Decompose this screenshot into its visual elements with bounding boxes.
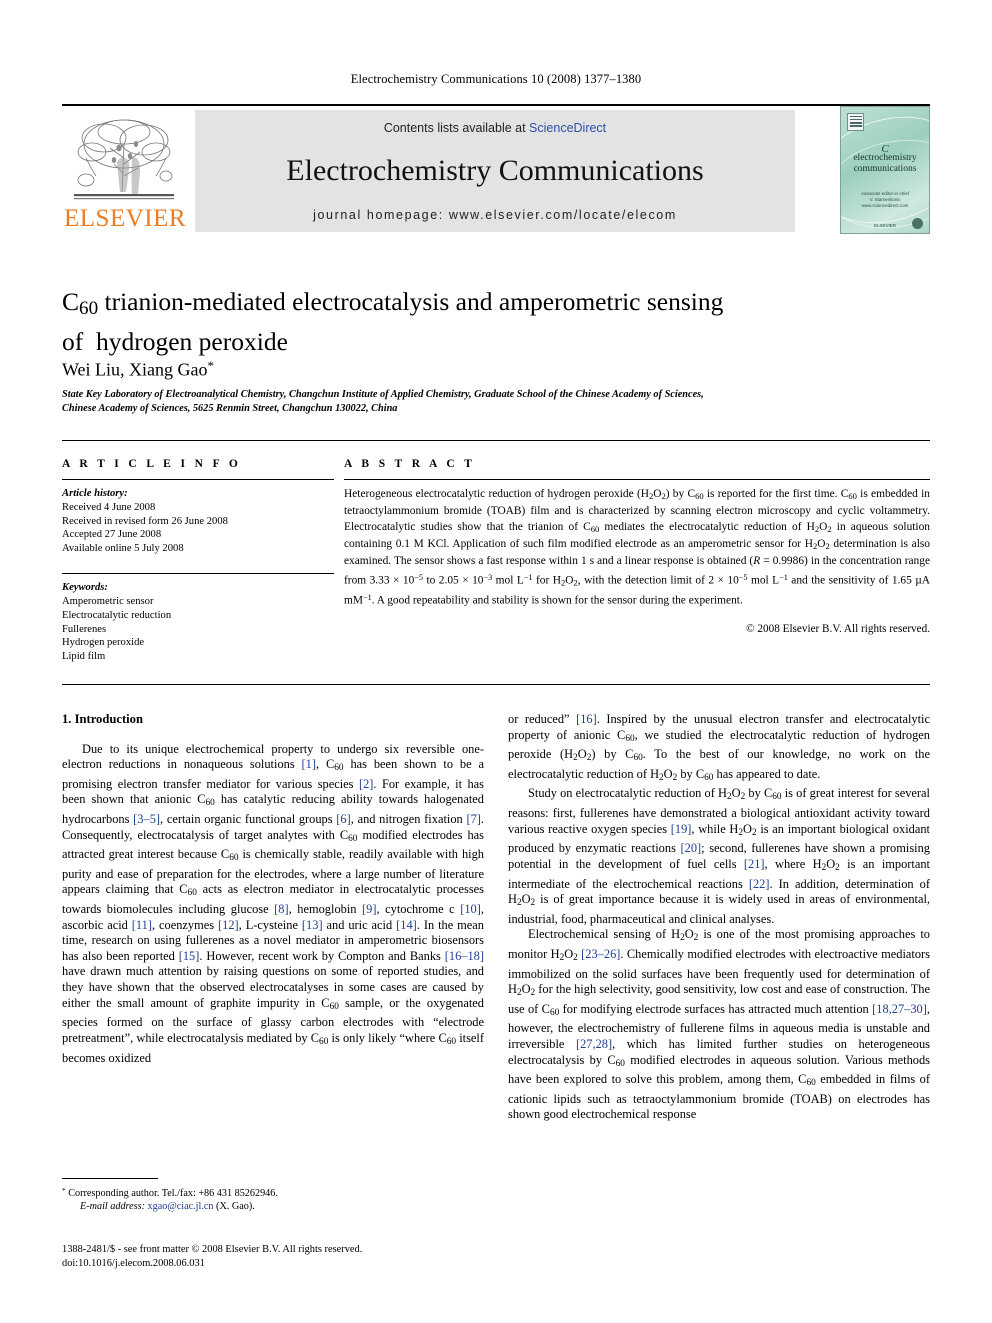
journal-banner: ELSEVIER Contents lists available at Sci… xyxy=(62,104,930,234)
imprint-block: 1388-2481/$ - see front matter © 2008 El… xyxy=(62,1243,502,1270)
corresponding-author-note: * Corresponding author. Tel./fax: +86 43… xyxy=(62,1184,492,1200)
citation-link[interactable]: [7] xyxy=(466,812,480,826)
keyword-item: Amperometric sensor xyxy=(62,596,154,608)
article-history-item: Available online 5 July 2008 xyxy=(62,542,184,554)
journal-cover-thumbnail: C electrochemistry communications Associa… xyxy=(840,106,930,234)
article-history-item: Received in revised form 26 June 2008 xyxy=(62,515,228,527)
abstract-column: A B S T R A C T Heterogeneous electrocat… xyxy=(344,458,930,635)
body-paragraph: or reduced” [16]. Inspired by the unusua… xyxy=(508,712,930,783)
article-history-item: Received 4 June 2008 xyxy=(62,502,156,513)
footnote-marker: * xyxy=(62,1186,66,1195)
journal-homepage-link[interactable]: journal homepage: www.elsevier.com/locat… xyxy=(195,208,795,222)
banner-top-rule xyxy=(62,104,930,106)
contents-lists-line: Contents lists available at ScienceDirec… xyxy=(195,121,795,135)
footnote-rule xyxy=(62,1178,158,1179)
elsevier-wordmark: ELSEVIER xyxy=(64,205,187,232)
journal-title: Electrochemistry Communications xyxy=(286,154,704,187)
citation-link[interactable]: [23–26] xyxy=(581,947,620,961)
info-top-rule xyxy=(62,440,930,441)
article-history-label: Article history: xyxy=(62,488,128,499)
citation-link[interactable]: [6] xyxy=(336,812,350,826)
email-owner: (X. Gao). xyxy=(216,1201,255,1213)
keyword-item: Lipid film xyxy=(62,650,106,662)
citation-link[interactable]: [15] xyxy=(179,949,200,963)
email-label: E-mail address: xyxy=(80,1201,145,1213)
paper-page: Electrochemistry Communications 10 (2008… xyxy=(0,0,992,1323)
journal-banner-center: Contents lists available at ScienceDirec… xyxy=(195,110,795,232)
article-history-item: Accepted 27 June 2008 xyxy=(62,529,162,541)
citation-link[interactable]: [12] xyxy=(218,918,239,932)
citation-link[interactable]: [20] xyxy=(681,841,702,855)
abstract-rule xyxy=(344,479,930,480)
body-paragraph: Due to its unique electrochemical proper… xyxy=(62,741,485,1065)
keyword-item: Fullerenes xyxy=(62,623,107,635)
affiliation: State Key Laboratory of Electroanalytica… xyxy=(62,388,882,415)
cover-sub-line1: Associate editor-in-chief xyxy=(860,191,910,196)
body-column-left: 1. Introduction Due to its unique electr… xyxy=(62,712,484,1066)
running-head: Electrochemistry Communications 10 (2008… xyxy=(350,72,642,86)
elsevier-logo: ELSEVIER xyxy=(62,110,187,232)
cover-sub-line3: www.sciencedirect.com xyxy=(861,203,909,208)
article-info-column: A R T I C L E I N F O Article history: R… xyxy=(62,458,334,663)
citation-link[interactable]: [27,28] xyxy=(576,1037,612,1051)
authors-names: Wei Liu, Xiang Gao xyxy=(62,359,208,380)
citation-link[interactable]: [13] xyxy=(302,918,323,932)
citation-link[interactable]: [9] xyxy=(362,902,376,916)
email-link[interactable]: xgao@ciac.jl.cn xyxy=(148,1201,214,1212)
section-heading-introduction: 1. Introduction xyxy=(62,712,143,726)
keywords-rule xyxy=(62,573,334,575)
citation-link[interactable]: [8] xyxy=(274,902,288,916)
corresponding-author-text: Corresponding author. Tel./fax: +86 431 … xyxy=(68,1188,278,1200)
body-column-right: or reduced” [16]. Inspired by the unusua… xyxy=(508,712,930,1123)
citation-link[interactable]: [22] xyxy=(749,877,770,891)
affiliation-line-2: Chinese Academy of Sciences, 5625 Renmin… xyxy=(62,402,398,414)
citation-link[interactable]: [3–5] xyxy=(133,812,160,826)
article-info-rule xyxy=(62,479,334,480)
citation-link[interactable]: [16] xyxy=(576,712,597,726)
cover-title-line1: electrochemistry xyxy=(853,153,917,163)
citation-link[interactable]: [18,27–30] xyxy=(872,1002,927,1016)
citation-link[interactable]: [14] xyxy=(396,918,417,932)
author-list: Wei Liu, Xiang Gao* xyxy=(62,358,862,380)
citation-link[interactable]: [16–18] xyxy=(445,949,484,963)
footnote-block: * Corresponding author. Tel./fax: +86 43… xyxy=(62,1184,492,1214)
citation-link[interactable]: [1] xyxy=(302,757,316,771)
abstract-text: Heterogeneous electrocatalytic reduction… xyxy=(344,488,931,607)
cover-title-line2: communications xyxy=(853,164,917,174)
abstract-heading: A B S T R A C T xyxy=(344,458,476,470)
elsevier-tree-icon xyxy=(74,119,174,200)
citation-link[interactable]: [21] xyxy=(744,857,765,871)
abstract-copyright: © 2008 Elsevier B.V. All rights reserved… xyxy=(746,623,930,636)
email-note: E-mail address: xgao@ciac.jl.cn (X. Gao)… xyxy=(62,1200,492,1213)
citation-link[interactable]: [2] xyxy=(359,777,373,791)
corresponding-marker: * xyxy=(207,358,214,373)
body-paragraph: Electrochemical sensing of H2O2 is one o… xyxy=(508,927,931,1122)
cover-badge-icon xyxy=(912,218,923,229)
cover-sub-line2: V. Stamenkovic xyxy=(869,197,901,202)
citation-link[interactable]: [19] xyxy=(671,822,692,836)
imprint-line-1: 1388-2481/$ - see front matter © 2008 El… xyxy=(62,1244,363,1255)
contents-prefix: Contents lists available at xyxy=(383,121,530,135)
cover-elsevier-mark-icon xyxy=(847,113,864,131)
citation-link[interactable]: [11] xyxy=(132,918,152,932)
citation-link[interactable]: [10] xyxy=(460,902,481,916)
sciencedirect-link[interactable]: ScienceDirect xyxy=(529,121,606,135)
abstract-bottom-rule xyxy=(62,684,930,685)
article-info-heading: A R T I C L E I N F O xyxy=(62,458,242,470)
keyword-item: Hydrogen peroxide xyxy=(62,637,145,649)
imprint-line-2: doi:10.1016/j.elecom.2008.06.031 xyxy=(62,1257,205,1269)
page-title: C60 trianion-mediated electrocatalysis a… xyxy=(62,287,724,357)
body-paragraph: Study on electrocatalytic reduction of H… xyxy=(508,786,931,926)
keywords-label: Keywords: xyxy=(62,582,108,594)
affiliation-line-1: State Key Laboratory of Electroanalytica… xyxy=(62,389,704,400)
keyword-item: Electrocatalytic reduction xyxy=(62,609,172,621)
cover-title: electrochemistry communications xyxy=(841,153,929,175)
cover-subtext: Associate editor-in-chief V. Stamenkovic w… xyxy=(841,191,929,209)
